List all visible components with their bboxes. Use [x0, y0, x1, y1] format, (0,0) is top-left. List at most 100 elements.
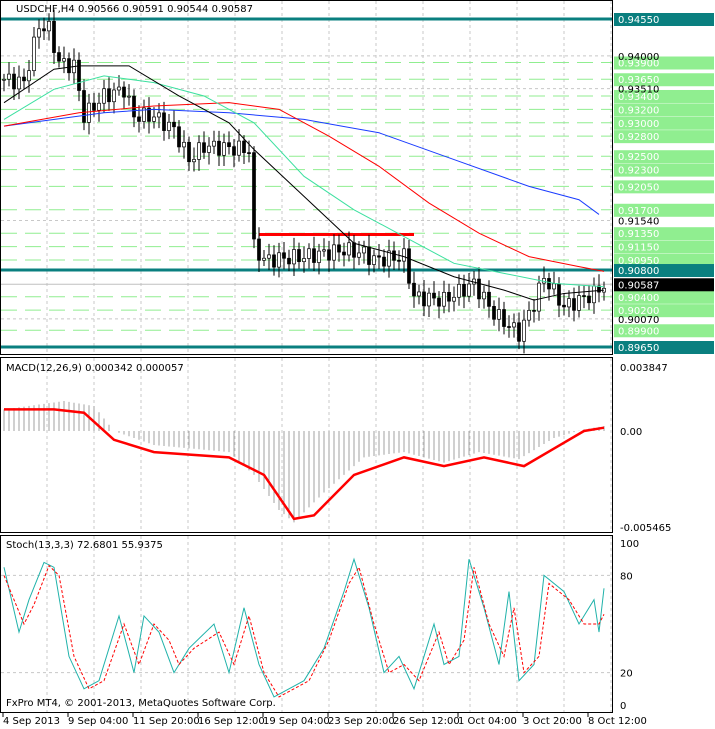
price-axis-label: 0.90070: [618, 315, 659, 326]
candle-body: [7, 73, 11, 80]
price-label: 0.89900: [618, 326, 659, 337]
candle-body: [552, 283, 556, 290]
candle-body: [57, 52, 61, 62]
candle-body: [167, 121, 171, 131]
price-axis-label: 0.93510: [618, 85, 659, 96]
candle-body: [407, 248, 411, 284]
candle-body: [232, 146, 236, 156]
candle-body: [177, 126, 181, 148]
candle-body: [97, 102, 101, 111]
candle-body: [87, 102, 91, 123]
x-axis-label: 4 Sep 2013: [3, 716, 60, 727]
candle-body: [307, 248, 311, 259]
candle-body: [572, 298, 576, 311]
price-axis-label: 0.91540: [618, 216, 659, 227]
price-label: 0.92300: [618, 166, 659, 177]
candle-body: [287, 257, 291, 265]
candle-body: [117, 86, 121, 91]
candle-body: [437, 297, 441, 307]
x-axis-label: 11 Sep 20:00: [133, 716, 200, 727]
candle-body: [452, 296, 456, 302]
candle-body: [512, 322, 516, 328]
candle-body: [212, 140, 216, 147]
candle-body: [362, 246, 366, 254]
candle-body: [367, 246, 371, 265]
candle-body: [47, 20, 51, 32]
candle-body: [132, 95, 136, 118]
chart-canvas[interactable]: 0.939000.936500.934000.932000.930000.928…: [0, 0, 715, 729]
price-label: 0.94550: [618, 15, 659, 26]
candle-body: [442, 291, 446, 307]
macd-panel-border: [0, 357, 613, 533]
candle-body: [112, 89, 116, 103]
candle-body: [67, 58, 71, 74]
stoch-axis-label: 80: [620, 571, 633, 582]
candle-body: [562, 304, 566, 308]
x-axis-label: 9 Sep 04:00: [68, 716, 128, 727]
candle-body: [12, 73, 16, 90]
candle-body: [172, 121, 176, 128]
candle-body: [252, 152, 256, 240]
candle-body: [577, 295, 581, 311]
candle-body: [237, 140, 241, 156]
candle-body: [77, 59, 81, 91]
candle-body: [52, 20, 56, 53]
x-axis-label: 26 Sep 12:00: [393, 716, 460, 727]
candle-body: [107, 88, 111, 103]
candle-body: [342, 251, 346, 256]
candle-body: [587, 295, 591, 304]
candle-body: [357, 252, 361, 258]
candle-body: [242, 140, 246, 153]
candle-body: [432, 292, 436, 299]
price-label: 0.92500: [618, 152, 659, 163]
candle-body: [187, 141, 191, 163]
copyright: FxPro MT4, © 2001-2013, MetaQuotes Softw…: [6, 698, 276, 709]
candle-body: [127, 95, 131, 98]
candle-body: [497, 309, 501, 320]
candle-body: [37, 28, 41, 38]
candle-body: [42, 28, 46, 32]
candle-body: [567, 298, 571, 308]
candle-body: [317, 250, 321, 263]
price-label: 0.91150: [618, 243, 659, 254]
ma-blue-line: [3, 108, 600, 215]
candle-body: [347, 242, 351, 256]
price-label: 0.92800: [618, 132, 659, 143]
candle-body: [462, 283, 466, 297]
candle-body: [447, 291, 451, 302]
candle-body: [22, 76, 26, 82]
candle-body: [397, 259, 401, 262]
candle-body: [162, 112, 166, 131]
candle-body: [507, 326, 511, 328]
candle-body: [312, 248, 316, 263]
price-label: 0.89650: [618, 343, 659, 354]
candle-body: [182, 141, 186, 148]
candle-body: [282, 252, 286, 259]
macd-axis-label: 0.003847: [620, 363, 668, 374]
candle-body: [532, 310, 536, 312]
price-label: 0.90800: [618, 266, 659, 277]
candle-body: [477, 278, 481, 300]
candle-body: [427, 292, 431, 307]
price-axis-label: 0.94000: [618, 52, 659, 63]
candle-body: [502, 309, 506, 327]
candle-body: [17, 76, 21, 90]
candle-body: [417, 291, 421, 297]
candle-body: [62, 58, 66, 62]
candle-body: [467, 283, 471, 297]
candle-body: [457, 283, 461, 298]
candle-body: [592, 285, 596, 304]
candle-body: [402, 248, 406, 262]
mt4-chart-window[interactable]: 0.93900 0.93650 0.93400 0.93200 0.93000 0.928…: [0, 0, 715, 729]
candle-body: [157, 112, 161, 118]
macd-axis-label: 0.00: [620, 427, 642, 438]
candle-body: [352, 242, 356, 258]
candle-body: [332, 244, 336, 261]
candle-body: [582, 295, 586, 297]
candle-body: [492, 306, 496, 320]
candle-body: [537, 282, 541, 312]
candle-body: [527, 310, 531, 321]
candle-body: [217, 140, 221, 156]
candle-body: [382, 256, 386, 267]
candle-body: [82, 90, 86, 123]
